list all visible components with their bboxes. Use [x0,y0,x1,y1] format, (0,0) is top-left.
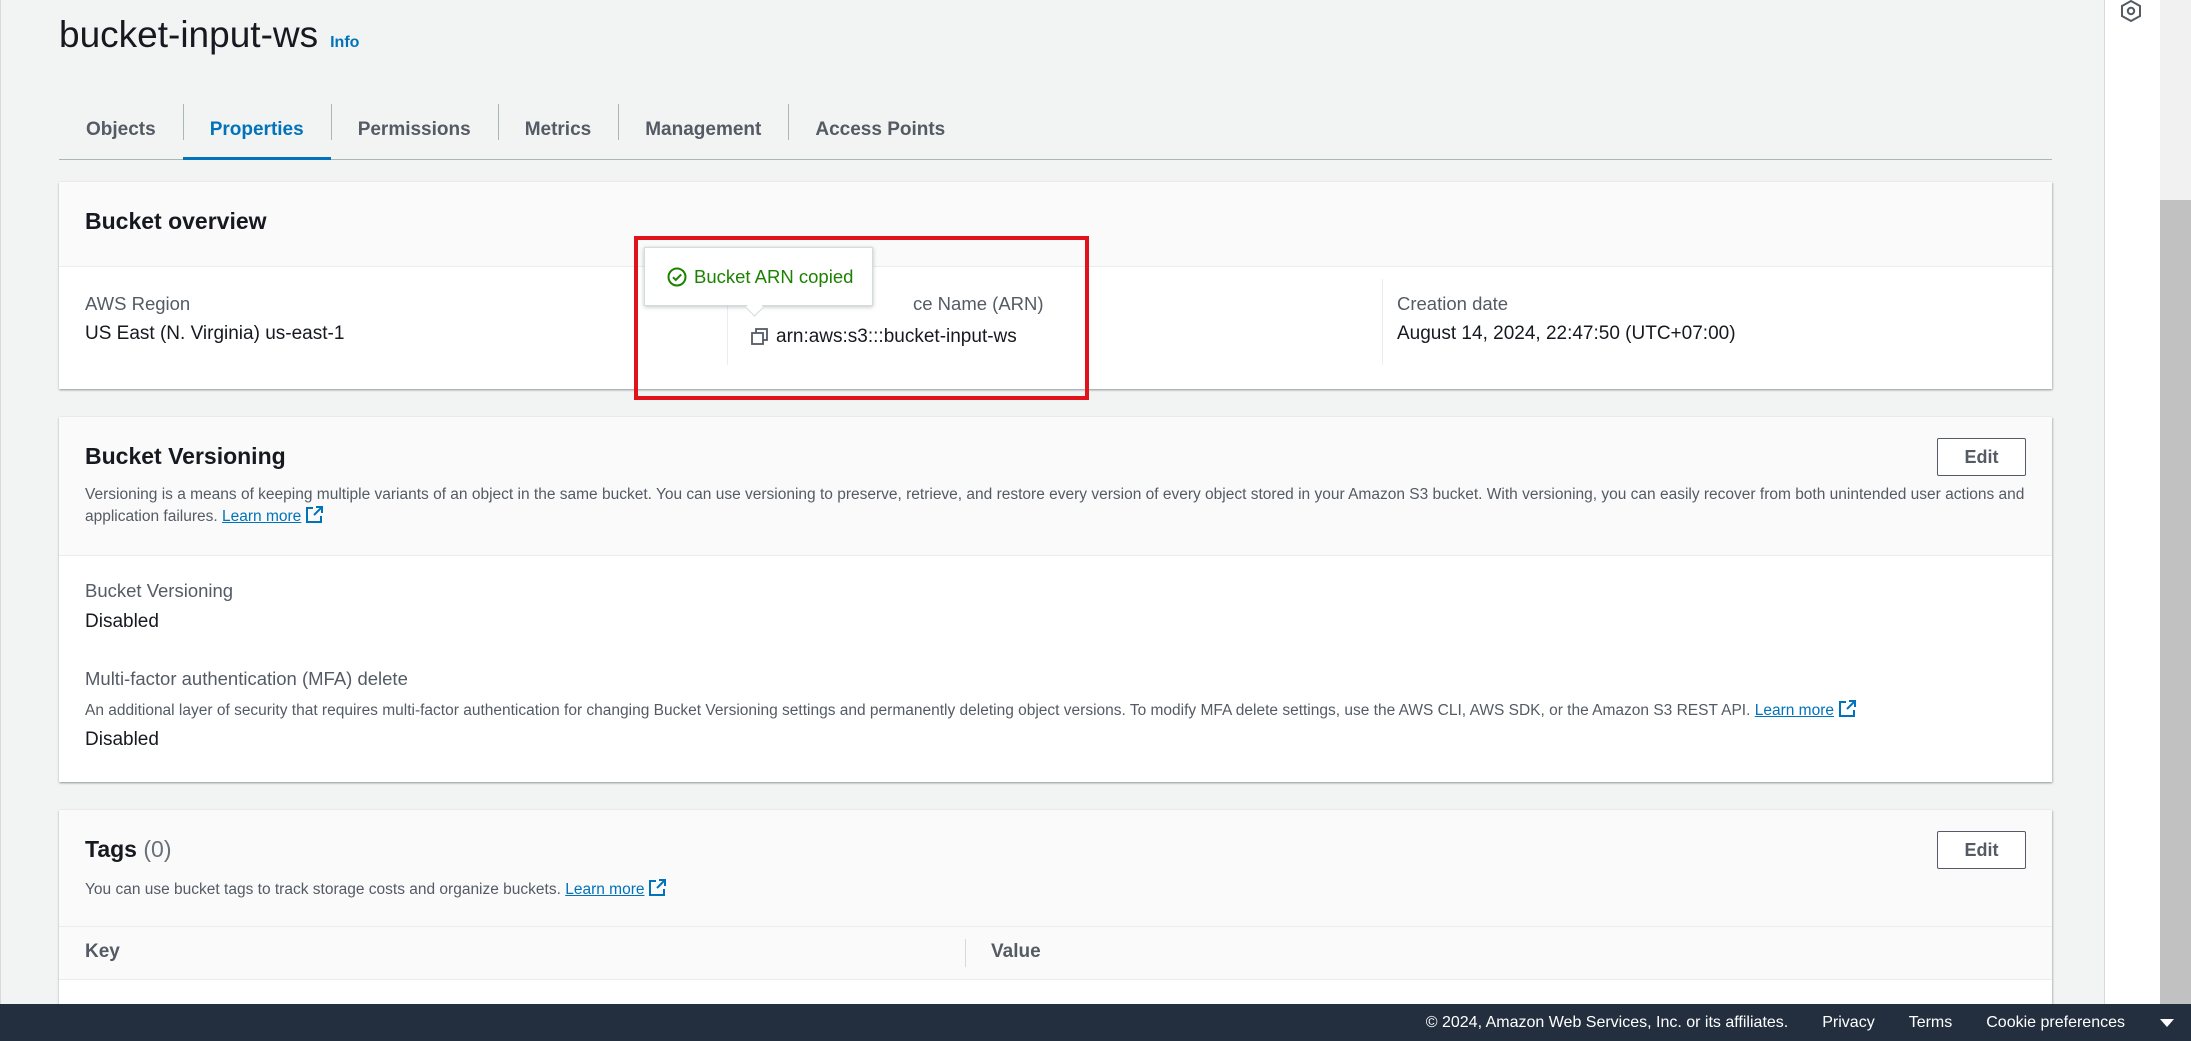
versioning-learn-more-link[interactable]: Learn more [222,508,301,525]
highlight-box [634,236,1089,400]
creation-date-field: Creation date August 14, 2024, 22:47:50 … [1397,267,1736,377]
tags-panel: Tags (0) Edit You can use bucket tags to… [59,810,2052,1020]
main-content: bucket-input-ws Info Objects Properties … [0,0,2105,1020]
footer: © 2024, Amazon Web Services, Inc. or its… [0,1004,2191,1041]
external-link-icon[interactable] [648,878,667,903]
page-header: bucket-input-ws Info [59,14,359,56]
info-link[interactable]: Info [330,34,359,52]
tab-permissions[interactable]: Permissions [330,100,498,159]
column-header-value[interactable]: Value [991,941,1041,963]
region-field: AWS Region US East (N. Virginia) us-east… [85,267,344,377]
column-divider [1382,279,1383,365]
external-link-icon[interactable] [305,505,324,530]
versioning-description: Versioning is a means of keeping multipl… [85,484,2045,530]
mfa-delete-value: Disabled [85,729,159,750]
page-title: bucket-input-ws [59,14,319,55]
footer-terms-link[interactable]: Terms [1909,1014,1953,1032]
tags-learn-more-link[interactable]: Learn more [565,881,644,898]
tags-description-text: You can use bucket tags to track storage… [85,881,561,898]
footer-copyright: © 2024, Amazon Web Services, Inc. or its… [1425,1013,1789,1031]
mfa-delete-label: Multi-factor authentication (MFA) delete [85,668,408,689]
region-label: AWS Region [85,293,191,314]
region-value: US East (N. Virginia) us-east-1 [85,323,345,344]
creation-date-label: Creation date [1397,293,1509,314]
tags-description: You can use bucket tags to track storage… [85,878,667,903]
tab-objects[interactable]: Objects [59,100,183,159]
external-link-icon[interactable] [1838,699,1857,724]
scrollbar-thumb[interactable] [2160,200,2191,1004]
vertical-scrollbar[interactable] [2160,0,2191,1004]
tab-management[interactable]: Management [618,100,788,159]
versioning-status-label: Bucket Versioning [85,580,234,601]
utility-panel [2104,0,2161,1004]
tags-edit-button[interactable]: Edit [1937,831,2026,869]
footer-privacy-link[interactable]: Privacy [1822,1014,1874,1032]
creation-date-value: August 14, 2024, 22:47:50 (UTC+07:00) [1397,323,1736,344]
tags-header: Tags (0) Edit You can use bucket tags to… [59,810,2052,927]
versioning-description-text: Versioning is a means of keeping multipl… [85,486,2025,525]
bucket-overview-title: Bucket overview [85,208,267,234]
bucket-versioning-body: Bucket Versioning Disabled Multi-factor … [59,556,2052,782]
caret-down-icon[interactable] [2159,1018,2175,1028]
column-header-key[interactable]: Key [85,941,120,963]
footer-cookie-preferences-link[interactable]: Cookie preferences [1986,1014,2125,1032]
tags-table-header: Key Value [59,927,2052,980]
bucket-versioning-header: Bucket Versioning Edit Versioning is a m… [59,417,2052,556]
bucket-versioning-panel: Bucket Versioning Edit Versioning is a m… [59,417,2052,782]
tab-access-points[interactable]: Access Points [788,100,972,159]
settings-hex-icon[interactable] [2119,0,2143,23]
column-divider [965,939,966,967]
tags-count: (0) [143,836,172,862]
tab-bar: Objects Properties Permissions Metrics M… [59,100,2052,160]
versioning-status-value: Disabled [85,611,159,632]
versioning-edit-button[interactable]: Edit [1937,438,2026,476]
tab-metrics[interactable]: Metrics [497,100,619,159]
tags-title-text: Tags [85,836,137,862]
mfa-delete-description: An additional layer of security that req… [85,699,2045,724]
mfa-description-text: An additional layer of security that req… [85,702,1751,719]
tags-title: Tags (0) [85,836,172,863]
tab-properties[interactable]: Properties [182,100,331,160]
mfa-learn-more-link[interactable]: Learn more [1755,702,1834,719]
bucket-versioning-title: Bucket Versioning [85,443,286,469]
